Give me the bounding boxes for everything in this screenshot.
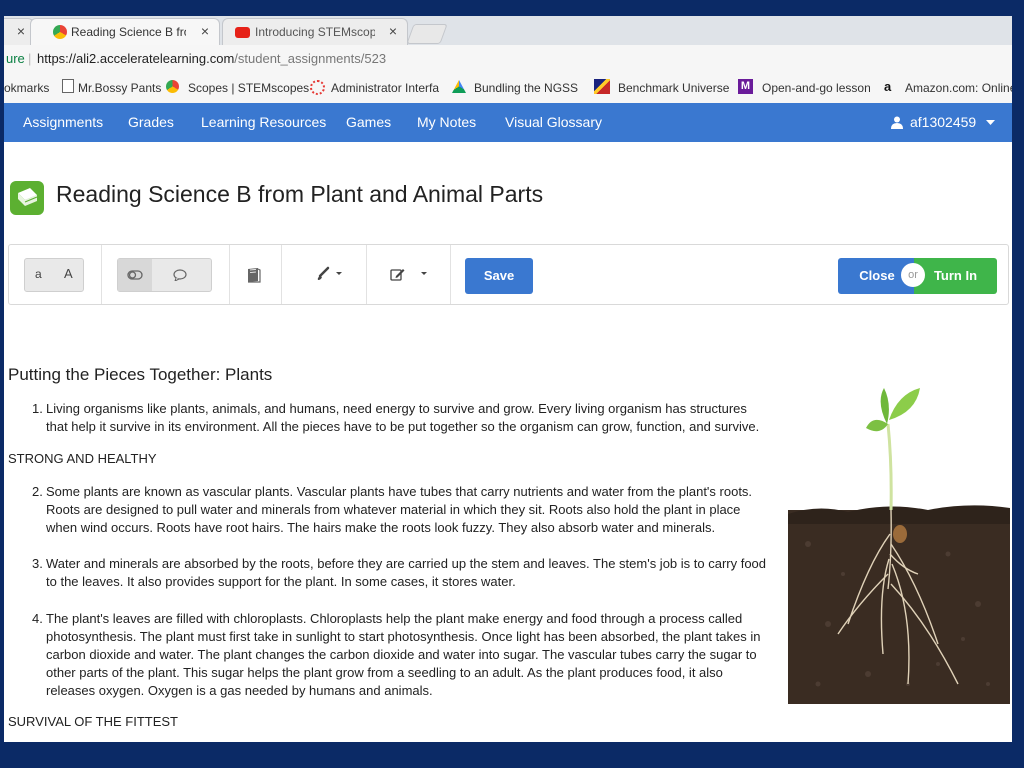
tab-introducing-stemscopes[interactable]: Introducing STEMscopes ×	[222, 18, 408, 45]
section-label: STRONG AND HEALTHY	[8, 451, 157, 466]
assignment-toolbar: a A Save Close Turn In or	[8, 244, 1009, 305]
book-icon	[10, 181, 44, 215]
list-item: 3. Water and minerals are absorbed by th…	[32, 555, 772, 591]
loading-icon	[310, 80, 325, 95]
turn-in-button[interactable]: Turn In	[914, 258, 997, 294]
user-icon	[891, 116, 903, 129]
bookmark-item[interactable]: Administrator Interfa	[331, 81, 439, 95]
toolbar-divider	[450, 245, 451, 304]
font-decrease-button[interactable]: a	[35, 267, 42, 281]
main-nav: Assignments Grades Learning Resources Ga…	[4, 103, 1012, 142]
bookmark-item[interactable]: okmarks	[4, 81, 49, 95]
list-item: 4. The plant's leaves are filled with ch…	[32, 610, 772, 700]
url-text[interactable]: https://ali2.acceleratelearning.com/stud…	[37, 51, 386, 66]
tab-close-icon[interactable]: ×	[201, 23, 209, 39]
list-number: 3.	[32, 556, 43, 571]
list-text: Some plants are known as vascular plants…	[46, 484, 753, 535]
chrome-icon	[166, 80, 179, 93]
tab-title: Reading Science B from P	[71, 25, 186, 39]
notebook-icon[interactable]	[245, 266, 263, 284]
list-text: Water and minerals are absorbed by the r…	[46, 556, 767, 589]
amazon-icon: a	[884, 79, 892, 94]
bookmarks-bar: okmarks Mr.Bossy Pants Scopes | STEMscop…	[4, 73, 1012, 104]
highlight-toggle[interactable]	[118, 259, 152, 291]
address-divider: |	[28, 51, 32, 66]
nav-visual-glossary[interactable]: Visual Glossary	[505, 114, 602, 130]
edit-dropdown[interactable]	[389, 266, 429, 287]
secure-label: ure	[6, 51, 25, 66]
tab-close-icon[interactable]: ×	[17, 23, 25, 39]
comment-icon[interactable]	[173, 269, 187, 281]
paintbrush-icon	[317, 266, 342, 280]
toolbar-divider	[281, 245, 282, 304]
brush-dropdown[interactable]	[316, 266, 344, 287]
url-host: https://ali2.acceleratelearning.com	[37, 51, 235, 66]
bookmark-item[interactable]: Bundling the NGSS |	[474, 81, 582, 95]
list-text: The plant's leaves are filled with chlor…	[46, 611, 761, 698]
page-icon	[62, 79, 74, 93]
save-button[interactable]: Save	[465, 258, 533, 294]
tab-close-icon[interactable]: ×	[389, 23, 397, 39]
browser-window: × Reading Science B from P × Introducing…	[4, 16, 1012, 742]
list-item: 2. Some plants are known as vascular pla…	[32, 483, 772, 537]
list-number: 1.	[32, 401, 43, 416]
bookmark-item[interactable]: Scopes | STEMscopes	[188, 81, 309, 95]
list-item: 1. Living organisms like plants, animals…	[32, 400, 772, 436]
bookmark-item[interactable]: Benchmark Universe	[618, 81, 729, 95]
url-path: /student_assignments/523	[234, 51, 387, 66]
toolbar-divider	[101, 245, 102, 304]
bookmark-item[interactable]: Open-and-go lesson	[762, 81, 870, 95]
font-increase-button[interactable]: A	[64, 266, 73, 281]
nav-games[interactable]: Games	[346, 114, 391, 130]
youtube-favicon-icon	[235, 27, 250, 38]
bookmark-item[interactable]: Amazon.com: Online	[905, 81, 1012, 95]
toolbar-divider	[229, 245, 230, 304]
tab-reading-science[interactable]: Reading Science B from P ×	[30, 18, 220, 45]
page-title: Reading Science B from Plant and Animal …	[56, 181, 544, 207]
highlight-note-group	[117, 258, 212, 292]
tab-strip: × Reading Science B from P × Introducing…	[4, 16, 1012, 45]
tab-title: Introducing STEMscopes	[255, 25, 375, 39]
address-bar[interactable]: ure | https://ali2.acceleratelearning.co…	[4, 45, 1012, 74]
toolbar-divider	[366, 245, 367, 304]
list-text: Living organisms like plants, animals, a…	[46, 401, 760, 434]
benchmark-icon	[594, 79, 610, 94]
section-label: SURVIVAL OF THE FITTEST	[8, 714, 178, 729]
list-number: 2.	[32, 484, 43, 499]
nav-my-notes[interactable]: My Notes	[417, 114, 476, 130]
m-icon: M	[738, 79, 753, 94]
font-size-group: a A	[24, 258, 84, 292]
bookmark-item[interactable]: Mr.Bossy Pants	[78, 81, 161, 95]
caret-down-icon	[986, 120, 995, 125]
list-number: 4.	[32, 611, 43, 626]
or-badge: or	[901, 263, 925, 287]
edit-icon	[390, 269, 427, 281]
seedling-image	[788, 388, 1010, 704]
toggle-icon	[127, 270, 143, 280]
user-name: af1302459	[910, 114, 977, 130]
drive-icon	[452, 80, 466, 93]
nav-grades[interactable]: Grades	[128, 114, 174, 130]
nav-assignments[interactable]: Assignments	[23, 114, 103, 130]
chrome-favicon-icon	[53, 25, 67, 39]
article-heading: Putting the Pieces Together: Plants	[8, 365, 273, 384]
nav-learning-resources[interactable]: Learning Resources	[201, 114, 326, 130]
new-tab-button[interactable]	[406, 24, 448, 44]
